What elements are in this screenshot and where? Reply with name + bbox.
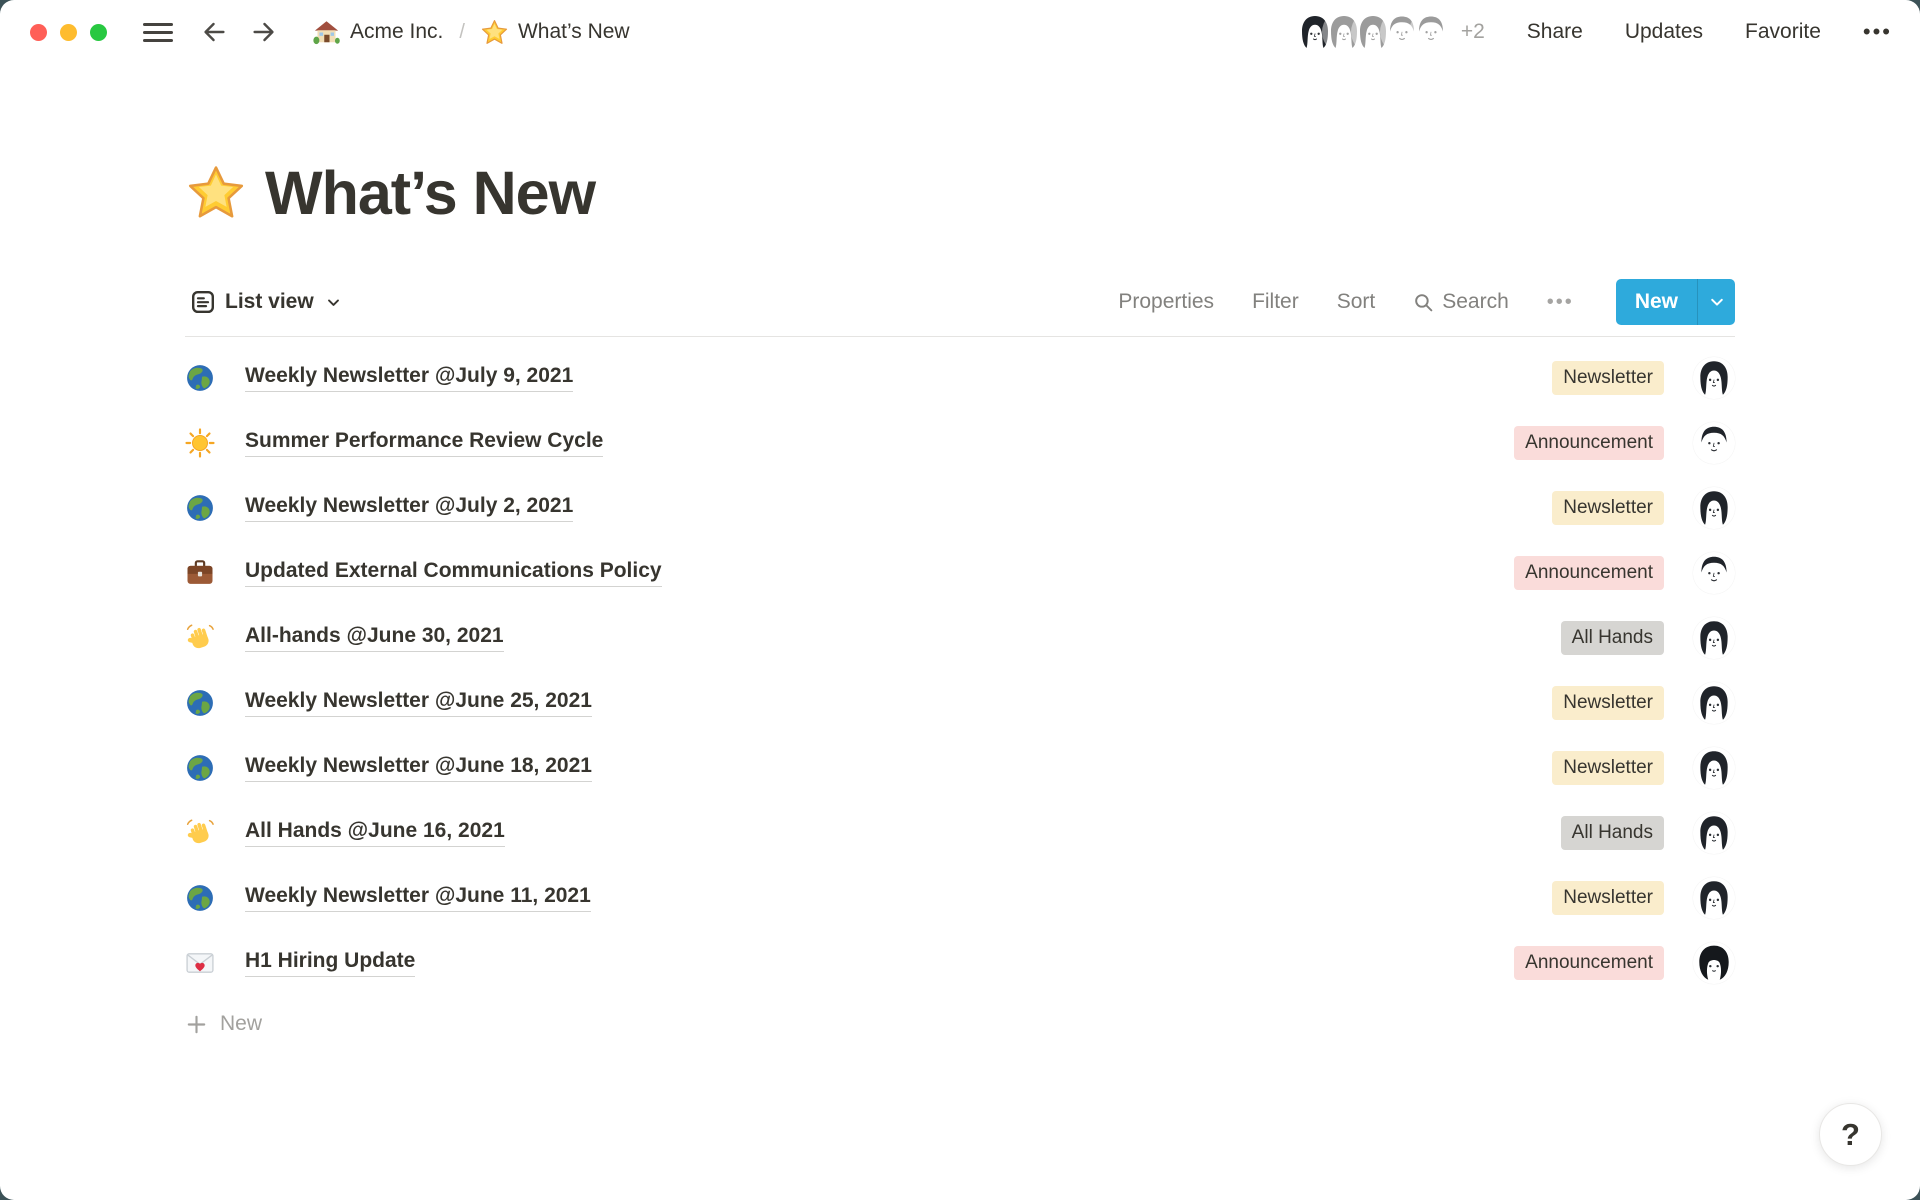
list-item[interactable]: Weekly Newsletter @June 18, 2021 Newslet…: [185, 735, 1735, 800]
avatar: [1693, 942, 1735, 984]
filter-button[interactable]: Filter: [1252, 290, 1299, 314]
avatar: [1693, 487, 1735, 529]
search-icon: [1413, 292, 1434, 313]
tag-badge: Announcement: [1514, 946, 1664, 980]
avatar: [1693, 747, 1735, 789]
breadcrumb-label: Acme Inc.: [350, 20, 443, 44]
avatar[interactable]: [1411, 12, 1451, 52]
search-button[interactable]: Search: [1413, 290, 1509, 314]
row-emoji-icon: [185, 753, 215, 783]
plus-icon: [187, 1015, 206, 1034]
help-button[interactable]: ?: [1819, 1103, 1882, 1166]
avatar: [1693, 617, 1735, 659]
more-options-icon[interactable]: •••: [1863, 21, 1892, 43]
window-titlebar: Acme Inc. / What’s New +2 Share Updates …: [0, 0, 1920, 64]
page-link[interactable]: Weekly Newsletter @July 9, 2021: [245, 364, 573, 392]
page-link[interactable]: Summer Performance Review Cycle: [245, 429, 603, 457]
list-item[interactable]: Weekly Newsletter @June 25, 2021 Newslet…: [185, 670, 1735, 735]
chevron-down-icon: [326, 295, 341, 310]
tag-badge: Announcement: [1514, 426, 1664, 460]
tag-badge: All Hands: [1561, 816, 1664, 850]
new-button[interactable]: New: [1616, 279, 1697, 325]
breadcrumb-separator: /: [459, 21, 465, 44]
avatar-stack[interactable]: [1295, 12, 1451, 52]
row-emoji-icon: [185, 818, 215, 848]
row-emoji-icon: [185, 948, 215, 978]
page-link[interactable]: Updated External Communications Policy: [245, 559, 662, 587]
breadcrumb-item-page[interactable]: What’s New: [475, 15, 636, 50]
list-item[interactable]: Weekly Newsletter @July 2, 2021 Newslett…: [185, 475, 1735, 540]
breadcrumb-label: What’s New: [518, 20, 630, 44]
view-switcher-list-view[interactable]: List view: [185, 286, 347, 318]
view-options-icon[interactable]: •••: [1547, 292, 1574, 312]
row-emoji-icon: [185, 558, 215, 588]
tag-badge: Newsletter: [1552, 881, 1664, 915]
breadcrumb: Acme Inc. / What’s New: [307, 15, 636, 50]
add-new-label: New: [220, 1012, 262, 1036]
star-icon[interactable]: [187, 164, 245, 222]
page-link[interactable]: All Hands @June 16, 2021: [245, 819, 505, 847]
forward-arrow-icon[interactable]: [247, 15, 281, 49]
add-new-row-button[interactable]: New: [185, 995, 1735, 1053]
new-split-button: New: [1616, 279, 1735, 325]
back-arrow-icon[interactable]: [197, 15, 231, 49]
tag-badge: All Hands: [1561, 621, 1664, 655]
updates-button[interactable]: Updates: [1625, 20, 1703, 44]
close-window-button[interactable]: [30, 24, 47, 41]
page-link[interactable]: H1 Hiring Update: [245, 949, 415, 977]
avatar: [1693, 357, 1735, 399]
page-list: Weekly Newsletter @July 9, 2021 Newslett…: [185, 337, 1735, 995]
new-dropdown-button[interactable]: [1697, 279, 1735, 325]
tag-badge: Announcement: [1514, 556, 1664, 590]
avatar: [1693, 682, 1735, 724]
list-item[interactable]: Weekly Newsletter @June 11, 2021 Newslet…: [185, 865, 1735, 930]
view-label: List view: [225, 290, 314, 314]
search-label: Search: [1442, 290, 1509, 314]
list-item[interactable]: Summer Performance Review Cycle Announce…: [185, 410, 1735, 475]
share-button[interactable]: Share: [1527, 20, 1583, 44]
house-icon: [313, 19, 340, 46]
page-link[interactable]: Weekly Newsletter @June 25, 2021: [245, 689, 592, 717]
tag-badge: Newsletter: [1552, 491, 1664, 525]
minimize-window-button[interactable]: [60, 24, 77, 41]
avatar: [1693, 812, 1735, 854]
favorite-button[interactable]: Favorite: [1745, 20, 1821, 44]
app-window: Acme Inc. / What’s New +2 Share Updates …: [0, 0, 1920, 1200]
page-header: What’s New: [185, 158, 1735, 228]
row-emoji-icon: [185, 883, 215, 913]
avatar: [1693, 552, 1735, 594]
avatar: [1693, 422, 1735, 464]
page-link[interactable]: Weekly Newsletter @June 18, 2021: [245, 754, 592, 782]
list-item[interactable]: H1 Hiring Update Announcement: [185, 930, 1735, 995]
star-icon: [481, 19, 508, 46]
sort-button[interactable]: Sort: [1337, 290, 1376, 314]
avatar: [1693, 877, 1735, 919]
chevron-down-icon: [1709, 294, 1725, 310]
tag-badge: Newsletter: [1552, 686, 1664, 720]
list-view-icon: [191, 290, 215, 314]
traffic-lights: [30, 24, 107, 41]
list-item[interactable]: Weekly Newsletter @July 9, 2021 Newslett…: [185, 345, 1735, 410]
row-emoji-icon: [185, 428, 215, 458]
page-link[interactable]: All-hands @June 30, 2021: [245, 624, 504, 652]
page-title[interactable]: What’s New: [265, 158, 595, 228]
page-link[interactable]: Weekly Newsletter @July 2, 2021: [245, 494, 573, 522]
breadcrumb-item-workspace[interactable]: Acme Inc.: [307, 15, 449, 50]
sidebar-menu-icon[interactable]: [143, 19, 173, 45]
tag-badge: Newsletter: [1552, 361, 1664, 395]
row-emoji-icon: [185, 688, 215, 718]
zoom-window-button[interactable]: [90, 24, 107, 41]
page-link[interactable]: Weekly Newsletter @June 11, 2021: [245, 884, 591, 912]
row-emoji-icon: [185, 493, 215, 523]
view-toolbar: List view Properties Filter Sort Search …: [185, 278, 1735, 326]
list-item[interactable]: All-hands @June 30, 2021 All Hands: [185, 605, 1735, 670]
tag-badge: Newsletter: [1552, 751, 1664, 785]
list-item[interactable]: Updated External Communications Policy A…: [185, 540, 1735, 605]
list-item[interactable]: All Hands @June 16, 2021 All Hands: [185, 800, 1735, 865]
properties-button[interactable]: Properties: [1118, 290, 1214, 314]
row-emoji-icon: [185, 363, 215, 393]
avatar-overflow-count: +2: [1461, 20, 1485, 44]
row-emoji-icon: [185, 623, 215, 653]
